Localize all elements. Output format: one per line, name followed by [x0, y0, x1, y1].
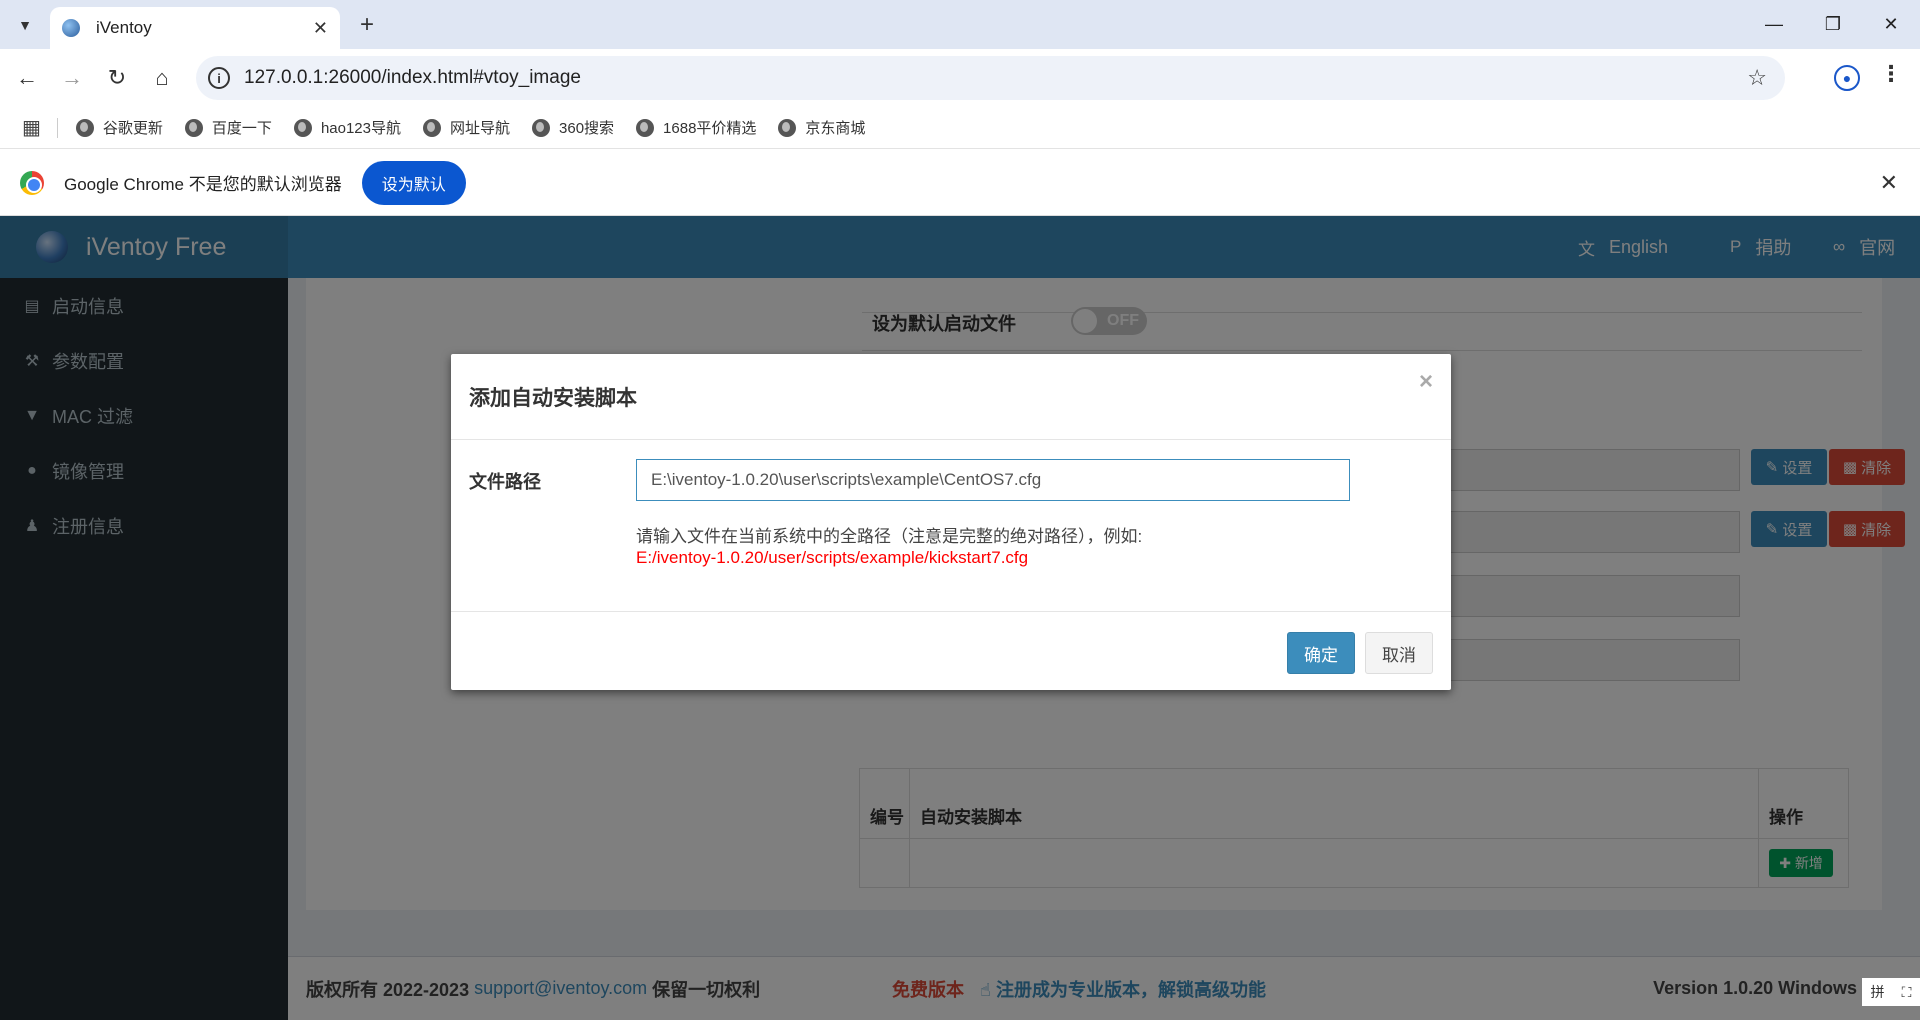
modal-close-icon[interactable]: ×	[1419, 368, 1433, 396]
tab-title: iVentoy	[96, 18, 152, 37]
site-info-icon[interactable]: i	[208, 67, 230, 89]
apps-grid-icon[interactable]: ▦	[22, 115, 41, 140]
profile-icon[interactable]: ●	[1834, 65, 1860, 91]
file-path-input[interactable]	[636, 459, 1350, 501]
file-path-label: 文件路径	[469, 472, 541, 492]
bookmark-label: hao123导航	[320, 120, 401, 137]
confirm-button[interactable]: 确定	[1287, 632, 1355, 674]
chrome-logo-icon	[20, 170, 44, 195]
iventoy-favicon-icon	[62, 19, 80, 37]
set-default-button[interactable]: 设为默认	[361, 160, 466, 205]
back-icon[interactable]: ←	[10, 61, 44, 95]
modal-footer: 确定 取消	[451, 612, 1451, 690]
bookmark-item[interactable]: hao123导航	[293, 117, 401, 138]
ime-indicator[interactable]: 拼 ⛶	[1862, 978, 1920, 1006]
default-browser-infobar: Google Chrome 不是您的默认浏览器 设为默认 ✕	[0, 150, 1920, 216]
bookmarks-bar: ▦ 谷歌更新 百度一下 hao123导航 网址导航 360搜索 1688平价精选…	[0, 107, 1920, 149]
bookmark-label: 谷歌更新	[102, 120, 163, 137]
bookmark-item[interactable]: 京东商城	[778, 117, 865, 138]
modal-header: 添加自动安装脚本 ×	[451, 354, 1451, 440]
window-close-icon[interactable]: ✕	[1862, 0, 1920, 49]
home-icon[interactable]: ⌂	[145, 61, 179, 95]
infobar-close-icon[interactable]: ✕	[1880, 170, 1898, 196]
globe-icon	[293, 118, 312, 137]
bookmark-item[interactable]: 谷歌更新	[75, 117, 163, 138]
file-path-hint: 请输入文件在当前系统中的全路径（注意是完整的绝对路径），例如:	[636, 527, 1143, 546]
bookmark-item[interactable]: 百度一下	[184, 117, 272, 138]
address-bar[interactable]: i 127.0.0.1:26000/index.html#vtoy_image …	[196, 56, 1785, 100]
globe-icon	[75, 118, 94, 137]
reload-icon[interactable]: ↻	[100, 61, 134, 95]
bookmark-star-icon[interactable]: ☆	[1747, 65, 1767, 91]
globe-icon	[532, 118, 551, 137]
bookmark-label: 1688平价精选	[663, 120, 757, 137]
bookmark-label: 网址导航	[450, 120, 511, 137]
globe-icon	[423, 118, 441, 137]
bookmark-item[interactable]: 网址导航	[423, 117, 510, 138]
bookmark-label: 360搜索	[559, 120, 615, 137]
browser-tab[interactable]: iVentoy ✕	[50, 7, 340, 49]
globe-icon	[636, 118, 655, 137]
file-path-example: E:/iventoy-1.0.20/user/scripts/example/k…	[636, 548, 1029, 567]
ime-label: 拼	[1870, 984, 1885, 1000]
infobar-message: Google Chrome 不是您的默认浏览器	[64, 175, 342, 194]
restore-icon[interactable]: ❐	[1804, 0, 1862, 49]
url-text[interactable]: 127.0.0.1:26000/index.html#vtoy_image	[244, 67, 1747, 89]
browser-toolbar: ← → ↻ ⌂ i 127.0.0.1:26000/index.html#vto…	[0, 49, 1920, 107]
add-auto-install-script-dialog: 添加自动安装脚本 × 文件路径 请输入文件在当前系统中的全路径（注意是完整的绝对…	[451, 354, 1451, 690]
modal-title: 添加自动安装脚本	[469, 387, 637, 410]
forward-icon[interactable]: →	[55, 61, 89, 95]
globe-icon	[184, 118, 203, 137]
tab-search-chevron-icon[interactable]: ▼	[10, 10, 40, 40]
bookmark-label: 百度一下	[211, 120, 272, 137]
cancel-button[interactable]: 取消	[1365, 632, 1433, 674]
new-tab-icon[interactable]: +	[352, 10, 382, 40]
menu-dots-icon[interactable]: ⋮	[1880, 61, 1902, 87]
ime-fullscreen-icon: ⛶	[1901, 983, 1912, 1000]
minimize-icon[interactable]: —	[1745, 0, 1803, 49]
bookmarks-separator	[56, 117, 58, 138]
modal-body: 文件路径 请输入文件在当前系统中的全路径（注意是完整的绝对路径），例如: E:/…	[451, 440, 1451, 612]
browser-tabstrip: ▼ iVentoy ✕ + — ❐ ✕	[0, 0, 1920, 49]
bookmark-item[interactable]: 1688平价精选	[636, 117, 756, 138]
bookmark-item[interactable]: 360搜索	[532, 117, 614, 138]
bookmark-label: 京东商城	[805, 120, 866, 137]
tab-close-icon[interactable]: ✕	[313, 18, 328, 39]
globe-icon	[778, 118, 797, 137]
